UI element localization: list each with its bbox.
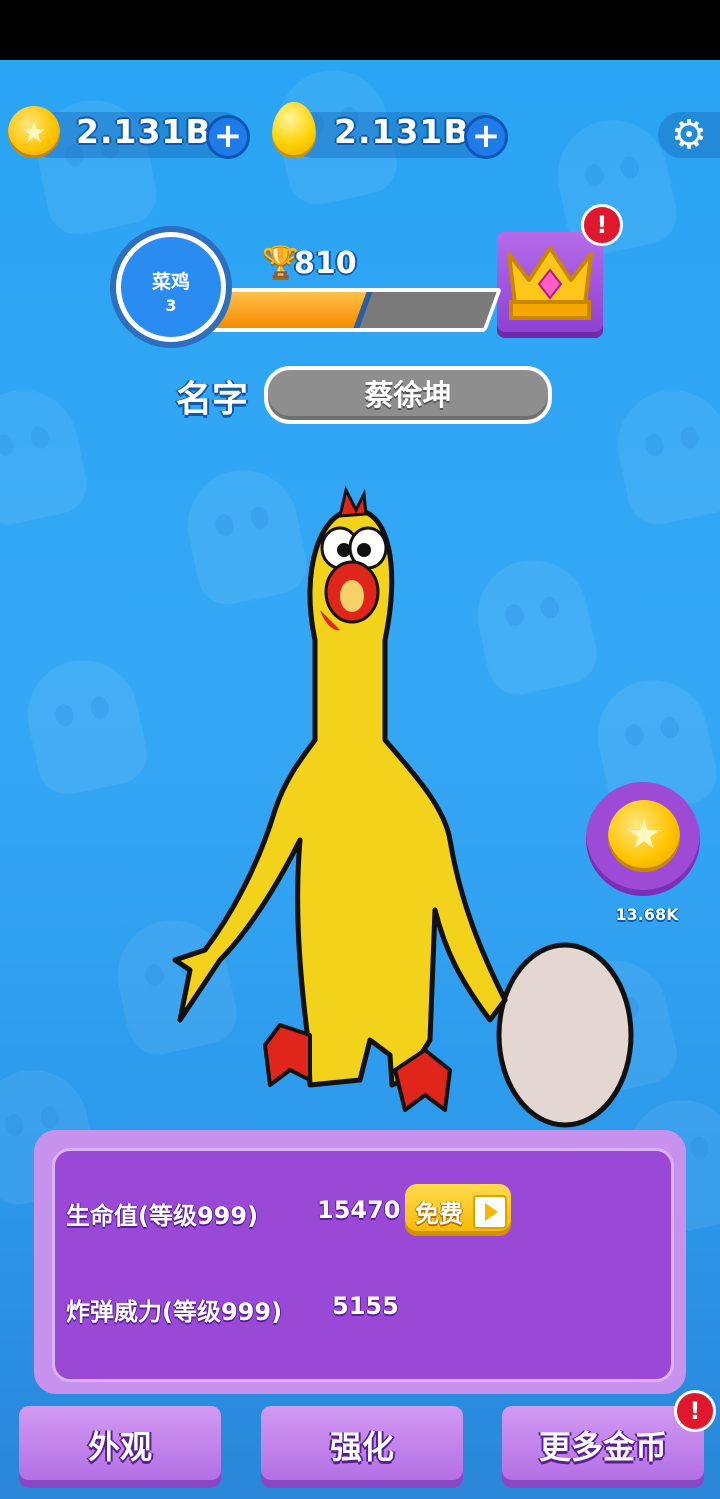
bomb-power-stat-label: 炸弹威力(等级999)	[66, 1298, 283, 1326]
trophy-icon: 🏆	[262, 245, 300, 280]
rubber-chicken-character	[172, 485, 634, 1128]
crown-alert-badge: !	[581, 204, 623, 246]
star-coin-icon: ★	[608, 800, 680, 872]
add-coins-button[interactable]: +	[206, 115, 250, 159]
crown-icon	[507, 246, 593, 320]
settings-button[interactable]: ⚙	[658, 112, 720, 158]
trophy-count: 810	[294, 246, 357, 281]
health-stat-value: 15470	[317, 1196, 401, 1224]
star-coin-icon: ★	[8, 106, 60, 158]
background-ghost-pattern	[17, 649, 153, 801]
name-label: 名字	[176, 379, 249, 420]
xp-progress-bar	[181, 288, 503, 332]
upgrade-button[interactable]: 强化	[261, 1406, 463, 1488]
egg-item	[496, 942, 634, 1128]
player-level-badge[interactable]: 菜鸡 3	[116, 232, 226, 342]
player-level: 3	[165, 296, 177, 315]
bomb-power-stat-value: 5155	[332, 1292, 399, 1320]
xp-progress-remaining	[359, 292, 497, 328]
background-ghost-pattern	[0, 379, 93, 531]
play-icon	[473, 1195, 507, 1229]
stats-panel-inner	[52, 1148, 674, 1382]
coin-reward-amount: 13.68K	[615, 905, 679, 924]
coin-amount: 2.131B	[76, 112, 212, 151]
player-name-field[interactable]: 蔡徐坤	[264, 366, 552, 424]
health-stat-label: 生命值(等级999)	[66, 1202, 259, 1230]
add-eggs-button[interactable]: +	[464, 115, 508, 159]
player-rank: 菜鸡	[151, 271, 190, 293]
appearance-button[interactable]: 外观	[19, 1406, 221, 1488]
free-upgrade-button[interactable]: 免费	[405, 1184, 511, 1236]
gear-icon: ⚙	[671, 112, 707, 158]
free-upgrade-label: 免费	[415, 1200, 463, 1228]
more-coins-alert-badge: !	[674, 1390, 716, 1432]
egg-amount: 2.131B	[334, 112, 470, 151]
crown-button[interactable]	[497, 232, 603, 338]
more-coins-button[interactable]: 更多金币	[502, 1406, 704, 1488]
golden-egg-icon	[272, 102, 316, 158]
status-bar	[0, 0, 720, 60]
